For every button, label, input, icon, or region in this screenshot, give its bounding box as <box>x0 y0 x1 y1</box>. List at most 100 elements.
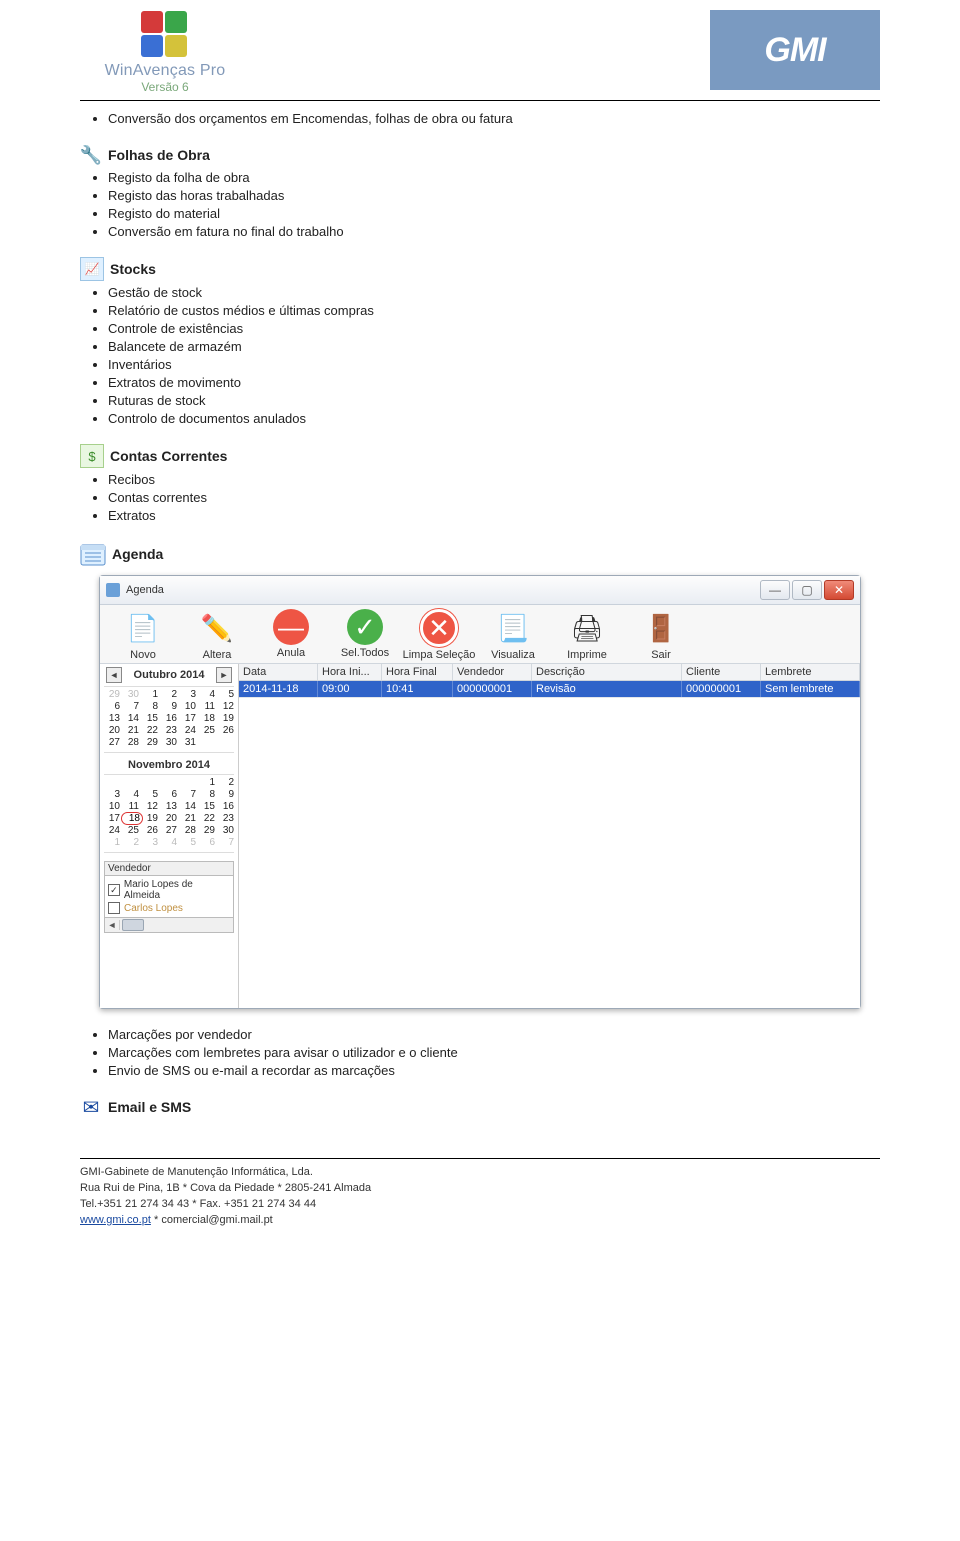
vendor-hscroll[interactable]: ◄ <box>104 918 234 933</box>
calendar-day[interactable]: 10 <box>104 801 120 812</box>
calendar-day[interactable]: 31 <box>180 737 196 748</box>
calendar-day[interactable]: 26 <box>218 725 234 736</box>
toolbar-imprime[interactable]: Imprime <box>550 609 624 661</box>
calendar-day[interactable]: 14 <box>180 801 196 812</box>
calendar-day[interactable]: 7 <box>218 837 234 848</box>
calendar-day[interactable]: 25 <box>199 725 215 736</box>
calendar-day[interactable]: 6 <box>161 789 177 800</box>
toolbar-visualiza[interactable]: Visualiza <box>476 609 550 661</box>
col-lembrete[interactable]: Lembrete <box>761 664 860 680</box>
calendar-day[interactable]: 5 <box>142 789 158 800</box>
calendar-day[interactable]: 1 <box>199 777 215 788</box>
toolbar-limpa[interactable]: Limpa Seleção <box>402 609 476 661</box>
checkbox-icon[interactable]: ✓ <box>108 884 120 896</box>
calendar-day[interactable]: 6 <box>104 701 120 712</box>
calendar-day[interactable]: 19 <box>218 713 234 724</box>
col-hora-ini[interactable]: Hora Ini... <box>318 664 382 680</box>
footer-site-link[interactable]: www.gmi.co.pt <box>80 1214 151 1226</box>
calendar-day[interactable]: 2 <box>161 689 177 700</box>
calendar-day[interactable]: 29 <box>104 689 120 700</box>
calendar-day[interactable]: 7 <box>180 789 196 800</box>
calendar-day[interactable]: 5 <box>218 689 234 700</box>
calendar-1[interactable]: 2930123456789101112131415161718192021222… <box>104 687 234 753</box>
calendar-2[interactable]: 1234567891011121314151617181920212223242… <box>104 775 234 853</box>
calendar-day[interactable]: 30 <box>161 737 177 748</box>
calendar-day[interactable] <box>161 777 177 788</box>
calendar-day[interactable] <box>199 737 215 748</box>
vendor-row[interactable]: ✓ Mario Lopes de Almeida <box>108 879 230 901</box>
calendar-day[interactable]: 29 <box>199 825 215 836</box>
toolbar-anula[interactable]: Anula <box>254 609 328 661</box>
calendar-day[interactable]: 11 <box>199 701 215 712</box>
calendar-day[interactable]: 17 <box>180 713 196 724</box>
toolbar-sair[interactable]: Sair <box>624 609 698 661</box>
calendar-day[interactable]: 23 <box>161 725 177 736</box>
col-cliente[interactable]: Cliente <box>682 664 761 680</box>
calendar-day[interactable] <box>104 777 120 788</box>
calendar-day[interactable]: 12 <box>218 701 234 712</box>
col-data[interactable]: Data <box>239 664 318 680</box>
calendar-day[interactable]: 30 <box>218 825 234 836</box>
calendar-day[interactable]: 24 <box>104 825 120 836</box>
calendar-day[interactable] <box>218 737 234 748</box>
calendar-day[interactable]: 12 <box>142 801 158 812</box>
calendar-day[interactable]: 2 <box>218 777 234 788</box>
calendar-day[interactable]: 28 <box>180 825 196 836</box>
calendar-day[interactable]: 9 <box>161 701 177 712</box>
calendar-day[interactable]: 17 <box>104 813 120 824</box>
calendar-day[interactable]: 29 <box>142 737 158 748</box>
toolbar-novo[interactable]: Novo <box>106 609 180 661</box>
calendar-day[interactable]: 8 <box>142 701 158 712</box>
calendar-day[interactable]: 14 <box>123 713 139 724</box>
calendar-day[interactable]: 13 <box>161 801 177 812</box>
calendar-day[interactable]: 22 <box>199 813 215 824</box>
calendar-day[interactable]: 26 <box>142 825 158 836</box>
calendar-day[interactable]: 18 <box>121 812 143 825</box>
calendar-day[interactable]: 7 <box>123 701 139 712</box>
checkbox-icon[interactable] <box>108 902 120 914</box>
calendar-day[interactable]: 21 <box>123 725 139 736</box>
col-vendedor[interactable]: Vendedor <box>453 664 532 680</box>
toolbar-seltodos[interactable]: Sel.Todos <box>328 609 402 661</box>
grid-row-selected[interactable]: 2014-11-18 09:00 10:41 000000001 Revisão… <box>239 681 860 697</box>
calendar-day[interactable]: 8 <box>199 789 215 800</box>
calendar-day[interactable]: 3 <box>104 789 120 800</box>
calendar-day[interactable] <box>180 777 196 788</box>
calendar-day[interactable]: 20 <box>161 813 177 824</box>
calendar-day[interactable]: 27 <box>104 737 120 748</box>
calendar-day[interactable]: 20 <box>104 725 120 736</box>
calendar-day[interactable]: 1 <box>142 689 158 700</box>
vendor-row[interactable]: Carlos Lopes <box>108 902 230 914</box>
calendar-day[interactable]: 30 <box>123 689 139 700</box>
calendar-day[interactable]: 13 <box>104 713 120 724</box>
col-hora-final[interactable]: Hora Final <box>382 664 453 680</box>
calendar-day[interactable]: 4 <box>123 789 139 800</box>
minimize-button[interactable]: — <box>760 580 790 600</box>
calendar-day[interactable]: 10 <box>180 701 196 712</box>
calendar-day[interactable]: 4 <box>199 689 215 700</box>
col-descricao[interactable]: Descrição <box>532 664 682 680</box>
calendar-day[interactable]: 27 <box>161 825 177 836</box>
calendar-day[interactable]: 24 <box>180 725 196 736</box>
calendar-day[interactable]: 23 <box>218 813 234 824</box>
calendar-day[interactable]: 4 <box>161 837 177 848</box>
calendar-day[interactable]: 28 <box>123 737 139 748</box>
calendar-day[interactable]: 22 <box>142 725 158 736</box>
calendar-day[interactable]: 11 <box>123 801 139 812</box>
calendar-day[interactable]: 6 <box>199 837 215 848</box>
calendar-day[interactable]: 9 <box>218 789 234 800</box>
calendar-day[interactable] <box>123 777 139 788</box>
maximize-button[interactable]: ▢ <box>792 580 822 600</box>
calendar-day[interactable]: 21 <box>180 813 196 824</box>
calendar-day[interactable]: 3 <box>142 837 158 848</box>
calendar-day[interactable]: 1 <box>104 837 120 848</box>
scroll-left-icon[interactable]: ◄ <box>105 920 120 930</box>
next-month-button[interactable]: ► <box>216 667 232 683</box>
calendar-day[interactable]: 19 <box>142 813 158 824</box>
calendar-day[interactable]: 16 <box>218 801 234 812</box>
close-button[interactable]: ✕ <box>824 580 854 600</box>
calendar-day[interactable]: 18 <box>199 713 215 724</box>
window-titlebar[interactable]: Agenda — ▢ ✕ <box>100 576 860 605</box>
calendar-day[interactable]: 15 <box>142 713 158 724</box>
calendar-day[interactable]: 15 <box>199 801 215 812</box>
